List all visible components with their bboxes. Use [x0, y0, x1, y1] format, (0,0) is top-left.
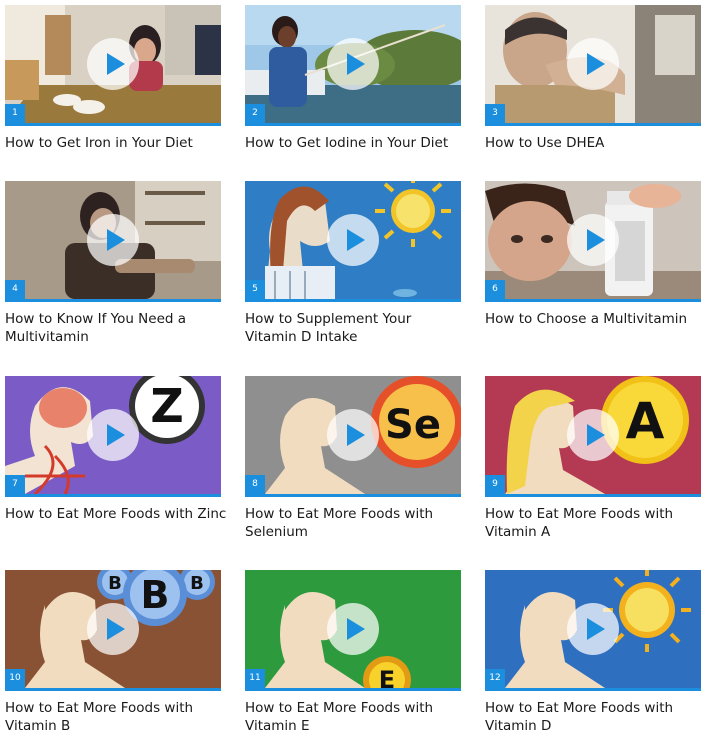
video-card[interactable]: 3 How to Use DHEA — [485, 5, 701, 152]
play-icon[interactable] — [567, 214, 619, 266]
play-icon[interactable] — [327, 38, 379, 90]
video-thumbnail[interactable]: 6 — [485, 181, 701, 302]
video-thumbnail[interactable]: B B B 10 — [5, 570, 221, 691]
play-icon[interactable] — [327, 214, 379, 266]
video-card[interactable]: 1 How to Get Iron in Your Diet — [5, 5, 221, 152]
video-number: 8 — [245, 475, 265, 494]
video-title[interactable]: How to Eat More Foods with Vitamin B — [5, 699, 227, 735]
video-title[interactable]: How to Eat More Foods with Vitamin E — [245, 699, 467, 735]
video-thumbnail[interactable]: 5 — [245, 181, 461, 302]
video-thumbnail[interactable]: 4 — [5, 181, 221, 302]
video-thumbnail[interactable]: 12 — [485, 570, 701, 691]
video-card[interactable]: 5 How to Supplement Your Vitamin D Intak… — [245, 181, 461, 346]
video-thumbnail[interactable]: A 9 — [485, 376, 701, 497]
svg-text:B: B — [190, 573, 204, 594]
play-icon[interactable] — [567, 603, 619, 655]
video-number: 4 — [5, 280, 25, 299]
vitamin-a-badge-letter: A — [626, 392, 665, 450]
video-thumbnail[interactable]: 2 — [245, 5, 461, 126]
video-number: 10 — [5, 669, 25, 688]
video-number: 5 — [245, 280, 265, 299]
video-title[interactable]: How to Eat More Foods with Zinc — [5, 505, 227, 523]
video-number: 2 — [245, 104, 265, 123]
zinc-badge-letter: Z — [150, 379, 183, 433]
video-card[interactable]: E 11 How to Eat More Foods with Vitamin … — [245, 570, 461, 735]
play-icon[interactable] — [327, 603, 379, 655]
video-card[interactable]: Z 7 How to Eat More Foods with Zinc — [5, 376, 226, 523]
video-thumbnail[interactable]: E 11 — [245, 570, 461, 691]
vitamin-e-badge-letter: E — [379, 666, 395, 688]
video-number: 12 — [485, 669, 505, 688]
video-number: 9 — [485, 475, 505, 494]
play-icon[interactable] — [87, 214, 139, 266]
video-number: 11 — [245, 669, 265, 688]
video-card[interactable]: 2 How to Get Iodine in Your Diet — [245, 5, 461, 152]
video-title[interactable]: How to Use DHEA — [485, 134, 707, 152]
play-icon[interactable] — [327, 409, 379, 461]
video-card[interactable]: 4 How to Know If You Need a Multivitamin — [5, 181, 221, 346]
video-card[interactable]: B B B 10 How to Eat More Foods with Vita… — [5, 570, 221, 735]
video-thumbnail[interactable]: Se 8 — [245, 376, 461, 497]
video-card[interactable]: A 9 How to Eat More Foods with Vitamin A — [485, 376, 701, 541]
selenium-badge-letter: Se — [385, 402, 441, 448]
video-number: 7 — [5, 475, 25, 494]
video-title[interactable]: How to Eat More Foods with Vitamin D — [485, 699, 707, 735]
video-number: 3 — [485, 104, 505, 123]
play-icon[interactable] — [567, 409, 619, 461]
video-card[interactable]: 6 How to Choose a Multivitamin — [485, 181, 701, 328]
video-title[interactable]: How to Get Iodine in Your Diet — [245, 134, 467, 152]
video-number: 1 — [5, 104, 25, 123]
video-title[interactable]: How to Eat More Foods with Selenium — [245, 505, 467, 541]
video-title[interactable]: How to Supplement Your Vitamin D Intake — [245, 310, 467, 346]
vitamin-b-badge-letter: B — [141, 573, 170, 617]
play-icon[interactable] — [87, 603, 139, 655]
video-card[interactable]: Se 8 How to Eat More Foods with Selenium — [245, 376, 461, 541]
video-thumbnail[interactable]: Z 7 — [5, 376, 221, 497]
video-thumbnail[interactable]: 3 — [485, 5, 701, 126]
play-icon[interactable] — [87, 409, 139, 461]
video-title[interactable]: How to Eat More Foods with Vitamin A — [485, 505, 707, 541]
play-icon[interactable] — [87, 38, 139, 90]
video-number: 6 — [485, 280, 505, 299]
video-title[interactable]: How to Get Iron in Your Diet — [5, 134, 227, 152]
play-icon[interactable] — [567, 38, 619, 90]
svg-text:B: B — [108, 573, 122, 594]
video-thumbnail[interactable]: 1 — [5, 5, 221, 126]
video-title[interactable]: How to Know If You Need a Multivitamin — [5, 310, 227, 346]
video-title[interactable]: How to Choose a Multivitamin — [485, 310, 707, 328]
video-card[interactable]: 12 How to Eat More Foods with Vitamin D — [485, 570, 701, 735]
